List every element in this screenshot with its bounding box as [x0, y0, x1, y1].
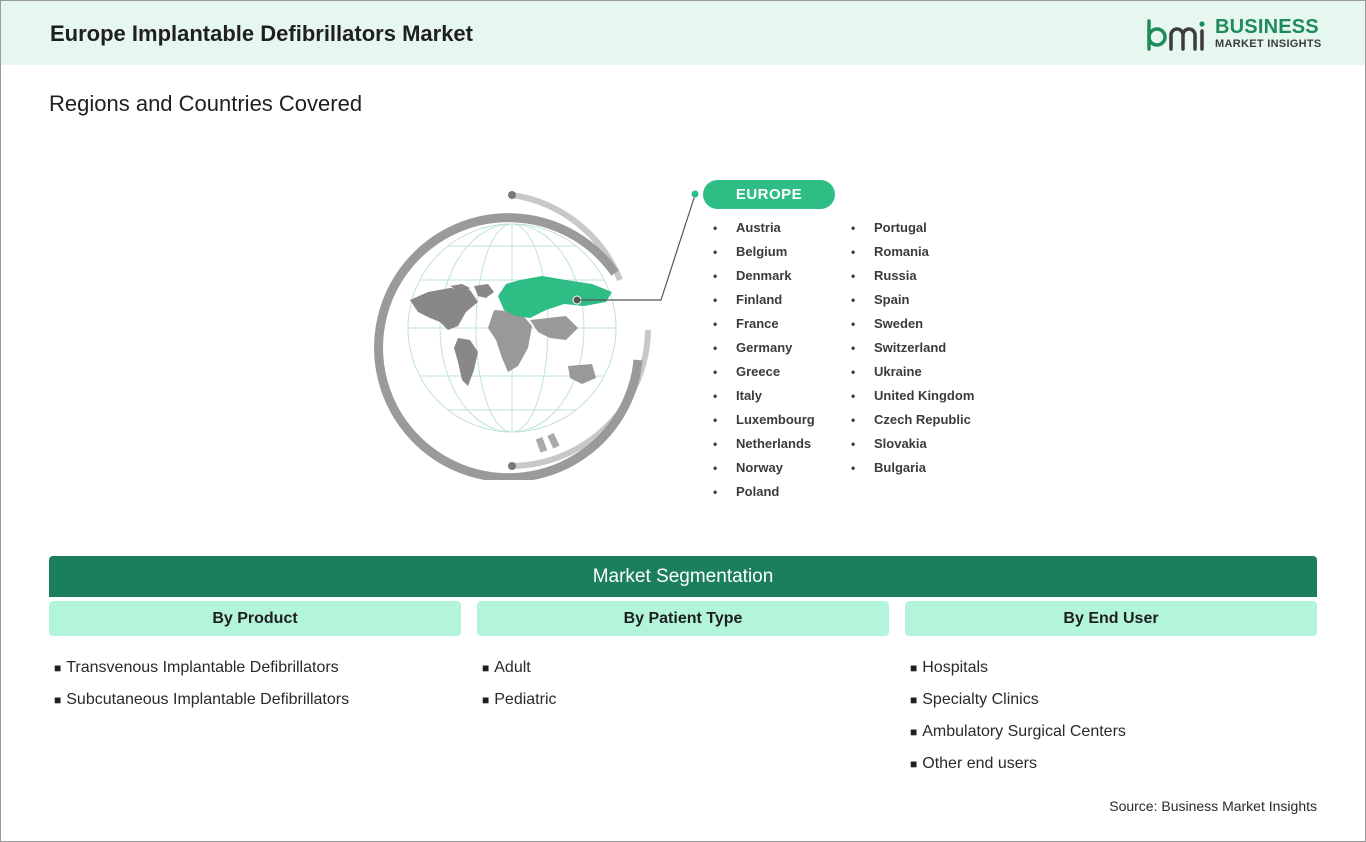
list-item: ■ Adult [477, 652, 889, 684]
list-item: Russia [851, 264, 974, 288]
country-list-1: Austria Belgium Denmark Finland France G… [713, 216, 815, 504]
list-item: Finland [713, 288, 815, 312]
source-note: Source: Business Market Insights [1109, 798, 1317, 814]
list-item: ■ Pediatric [477, 684, 889, 716]
square-bullet-icon: ■ [54, 693, 62, 707]
list-item: Sweden [851, 312, 974, 336]
segment-heading: By Patient Type [477, 601, 889, 636]
list-item-label: Other end users [922, 755, 1037, 772]
list-item: Bulgaria [851, 456, 974, 480]
list-item: Czech Republic [851, 408, 974, 432]
segmentation-title: Market Segmentation [49, 556, 1317, 597]
list-item: Denmark [713, 264, 815, 288]
list-item: ■ Specialty Clinics [905, 684, 1317, 716]
brand-logo: BUSINESS MARKET INSIGHTS [1145, 15, 1325, 55]
list-item-label: Specialty Clinics [922, 691, 1039, 708]
region-connector-line [577, 190, 699, 301]
list-item: Slovakia [851, 432, 974, 456]
list-item: ■ Other end users [905, 748, 1317, 780]
segment-heading: By Product [49, 601, 461, 636]
region-label-europe: EUROPE [703, 180, 835, 209]
list-item-label: Pediatric [494, 691, 557, 708]
list-item: ■ Transvenous Implantable Defibrillators [49, 652, 461, 684]
logo-line-market-insights: MARKET INSIGHTS [1215, 38, 1322, 50]
square-bullet-icon: ■ [910, 725, 918, 739]
square-bullet-icon: ■ [482, 661, 490, 675]
square-bullet-icon: ■ [910, 661, 918, 675]
list-item: Belgium [713, 240, 815, 264]
list-item: France [713, 312, 815, 336]
list-item: ■ Subcutaneous Implantable Defibrillators [49, 684, 461, 716]
list-item-label: Hospitals [922, 659, 989, 676]
list-item: Austria [713, 216, 815, 240]
square-bullet-icon: ■ [910, 757, 918, 771]
list-item: Italy [713, 384, 815, 408]
list-item-label: Ambulatory Surgical Centers [922, 723, 1126, 740]
segment-heading: By End User [905, 601, 1317, 636]
segment-by-patient-type: By Patient Type ■ Adult ■ Pediatric [477, 601, 889, 716]
list-item: Romania [851, 240, 974, 264]
list-item: United Kingdom [851, 384, 974, 408]
list-item: Spain [851, 288, 974, 312]
list-item: Luxembourg [713, 408, 815, 432]
square-bullet-icon: ■ [482, 693, 490, 707]
list-item: Ukraine [851, 360, 974, 384]
list-item: Greece [713, 360, 815, 384]
list-item: Switzerland [851, 336, 974, 360]
list-item-label: Adult [494, 659, 531, 676]
list-item: Portugal [851, 216, 974, 240]
header-banner: Europe Implantable Defibrillators Market… [1, 1, 1365, 65]
list-item: ■ Ambulatory Surgical Centers [905, 716, 1317, 748]
list-item-label: Transvenous Implantable Defibrillators [66, 659, 339, 676]
list-item: Germany [713, 336, 815, 360]
brand-logo-text: BUSINESS MARKET INSIGHTS [1215, 17, 1322, 50]
bmi-logo-icon [1147, 19, 1205, 51]
regions-heading: Regions and Countries Covered [49, 91, 363, 116]
list-item: Norway [713, 456, 815, 480]
list-item: Netherlands [713, 432, 815, 456]
list-item: Poland [713, 480, 815, 504]
list-item: ■ Hospitals [905, 652, 1317, 684]
segment-by-end-user: By End User ■ Hospitals ■ Specialty Clinic… [905, 601, 1317, 780]
page-title: Europe Implantable Defibrillators Market [50, 21, 473, 46]
square-bullet-icon: ■ [54, 661, 62, 675]
country-list-2: Portugal Romania Russia Spain Sweden Swi… [851, 216, 974, 480]
square-bullet-icon: ■ [910, 693, 918, 707]
segment-by-product: By Product ■ Transvenous Implantable Defi… [49, 601, 461, 716]
logo-line-business: BUSINESS [1215, 16, 1319, 38]
list-item-label: Subcutaneous Implantable Defibrillators [66, 691, 350, 708]
